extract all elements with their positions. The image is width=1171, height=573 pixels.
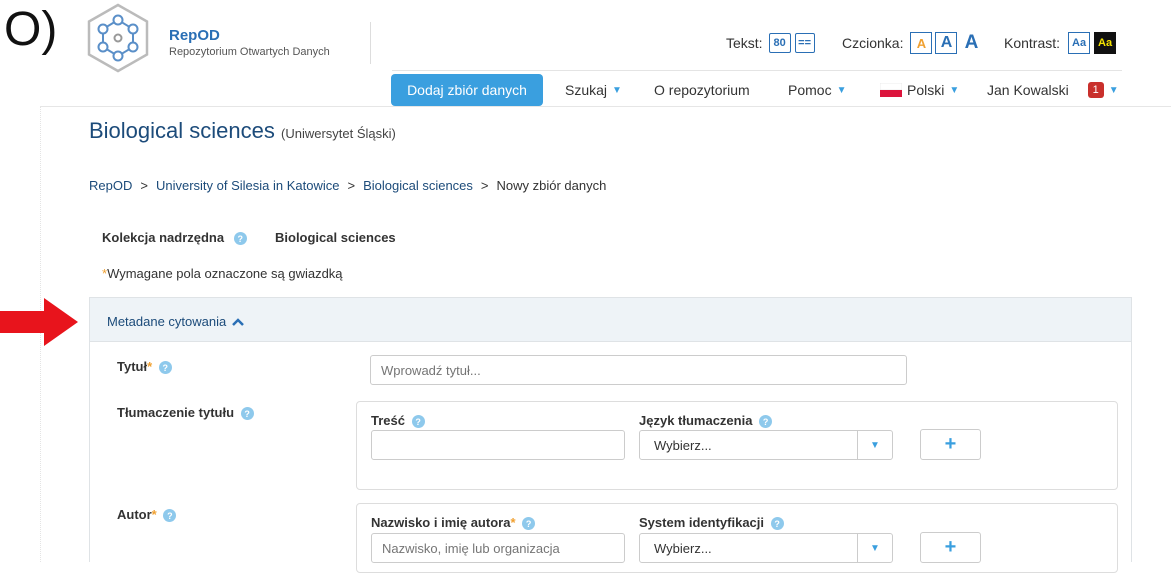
author-field-label: Autor* ?	[117, 507, 177, 523]
font-option-medium[interactable]: A	[935, 32, 958, 54]
parent-collection-label: Kolekcja nadrzędna ?	[102, 230, 247, 246]
page-title-text: Biological sciences	[89, 118, 275, 143]
nav-border	[40, 106, 1171, 107]
add-dataset-button[interactable]: Dodaj zbiór danych	[391, 74, 543, 106]
help-icon[interactable]: ?	[240, 407, 254, 421]
id-system-select[interactable]: Wybierz... ▼	[639, 533, 893, 563]
title-label-text: Tytuł	[117, 359, 148, 374]
author-name-label: Nazwisko i imię autora* ?	[371, 515, 536, 531]
title-translation-label-text: Tłumaczenie tytułu	[117, 405, 235, 420]
text-size-button[interactable]: 80	[768, 33, 791, 53]
brand-subtitle: Repozytorium Otwartych Danych	[169, 46, 330, 58]
corner-label: O)	[4, 3, 58, 56]
help-icon[interactable]: ?	[163, 509, 177, 523]
breadcrumb-repod[interactable]: RepOD	[89, 178, 132, 193]
red-arrow-icon	[0, 298, 78, 346]
panel-header[interactable]	[90, 298, 1131, 342]
nav-user-label: Jan Kowalski	[987, 82, 1069, 98]
title-field-label: Tytuł* ?	[117, 359, 172, 375]
page-title-subtitle: (Uniwersytet Śląski)	[281, 126, 396, 141]
nav-search[interactable]: Szukaj ▼	[565, 82, 622, 98]
header-divider	[370, 22, 371, 64]
breadcrumb-current: Nowy zbiór danych	[496, 178, 607, 193]
breadcrumb-university[interactable]: University of Silesia in Katowice	[156, 178, 340, 193]
author-label-text: Autor	[117, 507, 152, 522]
panel-title[interactable]: Metadane cytowania	[107, 314, 245, 329]
breadcrumb: RepOD > University of Silesia in Katowic…	[89, 178, 606, 193]
translation-language-label: Język tłumaczenia ?	[639, 413, 773, 429]
help-icon[interactable]: ?	[770, 517, 784, 531]
nav-language-label: Polski	[907, 82, 945, 98]
text-spacing-button[interactable]: ==	[794, 33, 815, 53]
font-controls: Czcionka: A A A	[842, 32, 982, 54]
contrast-high-button[interactable]: Aa	[1094, 32, 1117, 54]
translation-content-input[interactable]	[371, 430, 625, 460]
id-system-label-text: System identyfikacji	[639, 515, 764, 530]
help-icon[interactable]: ?	[759, 415, 773, 429]
chevron-down-icon: ▼	[836, 84, 847, 96]
nav-help[interactable]: Pomoc ▼	[788, 82, 846, 98]
required-star: *	[147, 359, 153, 374]
contrast-normal-button[interactable]: Aa	[1068, 32, 1091, 54]
translation-content-label: Treść ?	[371, 413, 425, 429]
translation-language-select[interactable]: Wybierz... ▼	[639, 430, 893, 460]
text-size-label: Tekst:	[726, 35, 763, 51]
translation-content-label-text: Treść	[371, 413, 405, 428]
help-icon[interactable]: ?	[522, 517, 536, 531]
parent-collection-value: Biological sciences	[275, 230, 396, 245]
breadcrumb-collection[interactable]: Biological sciences	[363, 178, 473, 193]
nav-help-label: Pomoc	[788, 82, 832, 98]
font-label: Czcionka:	[842, 35, 904, 51]
author-name-input[interactable]	[371, 533, 625, 563]
help-icon[interactable]: ?	[411, 415, 425, 429]
chevron-up-icon	[232, 317, 245, 326]
breadcrumb-separator: >	[347, 178, 356, 193]
help-icon[interactable]: ?	[158, 361, 172, 375]
header-separator	[392, 70, 1122, 71]
nav-about-label: O repozytorium	[654, 82, 750, 98]
title-translation-label: Tłumaczenie tytułu ?	[117, 405, 254, 421]
title-input[interactable]	[370, 355, 907, 385]
chevron-down-icon: ▼	[857, 431, 892, 459]
page-title: Biological sciences (Uniwersytet Śląski)	[89, 118, 396, 144]
author-name-label-text: Nazwisko i imię autora	[371, 515, 511, 530]
font-option-small[interactable]: A	[910, 32, 933, 54]
polish-flag-icon	[880, 83, 902, 97]
help-icon[interactable]: ?	[233, 232, 247, 246]
add-author-button[interactable]: +	[920, 532, 981, 563]
nav-about[interactable]: O repozytorium	[654, 82, 750, 98]
required-star: *	[151, 507, 157, 522]
chevron-down-icon: ▼	[612, 84, 622, 96]
required-note-text: Wymagane pola oznaczone są gwiazdką	[107, 266, 343, 281]
breadcrumb-separator: >	[480, 178, 489, 193]
chevron-down-icon: ▼	[949, 84, 960, 96]
translation-language-value: Wybierz...	[654, 437, 712, 453]
panel-title-text: Metadane cytowania	[107, 314, 227, 329]
text-size-controls: Tekst: 80 ==	[726, 32, 815, 54]
id-system-value: Wybierz...	[654, 540, 712, 556]
brand-name[interactable]: RepOD	[169, 27, 220, 44]
font-option-large[interactable]: A	[960, 32, 982, 54]
breadcrumb-separator: >	[140, 178, 148, 193]
nav-language[interactable]: Polski ▼	[880, 82, 959, 98]
required-fields-note: *Wymagane pola oznaczone są gwiazdką	[102, 266, 343, 281]
repod-logo-icon[interactable]	[82, 2, 154, 74]
chevron-down-icon: ▼	[1108, 84, 1119, 96]
chevron-down-icon: ▼	[857, 534, 892, 562]
contrast-controls: Kontrast: Aa Aa	[1004, 32, 1117, 54]
notification-badge[interactable]: 1	[1087, 82, 1104, 98]
contrast-label: Kontrast:	[1004, 35, 1061, 51]
parent-collection-label-text: Kolekcja nadrzędna	[102, 230, 225, 245]
required-star: *	[510, 515, 516, 530]
nav-user[interactable]: Jan Kowalski 1 ▼	[987, 82, 1119, 98]
id-system-label: System identyfikacji ?	[639, 515, 784, 531]
nav-search-label: Szukaj	[565, 82, 608, 98]
add-translation-button[interactable]: +	[920, 429, 981, 460]
translation-language-label-text: Język tłumaczenia	[639, 413, 753, 428]
